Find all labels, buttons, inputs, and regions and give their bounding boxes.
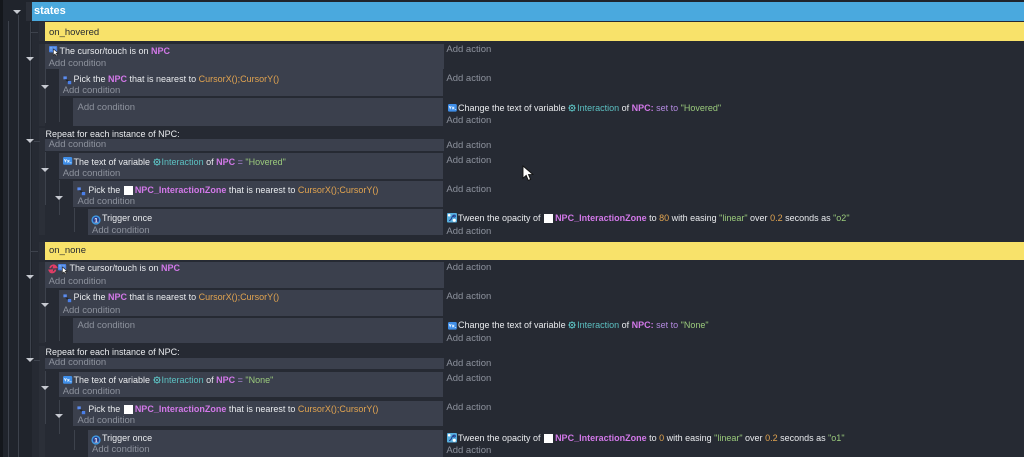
svg-text:1: 1 <box>94 217 98 224</box>
svg-text:1: 1 <box>94 438 98 445</box>
